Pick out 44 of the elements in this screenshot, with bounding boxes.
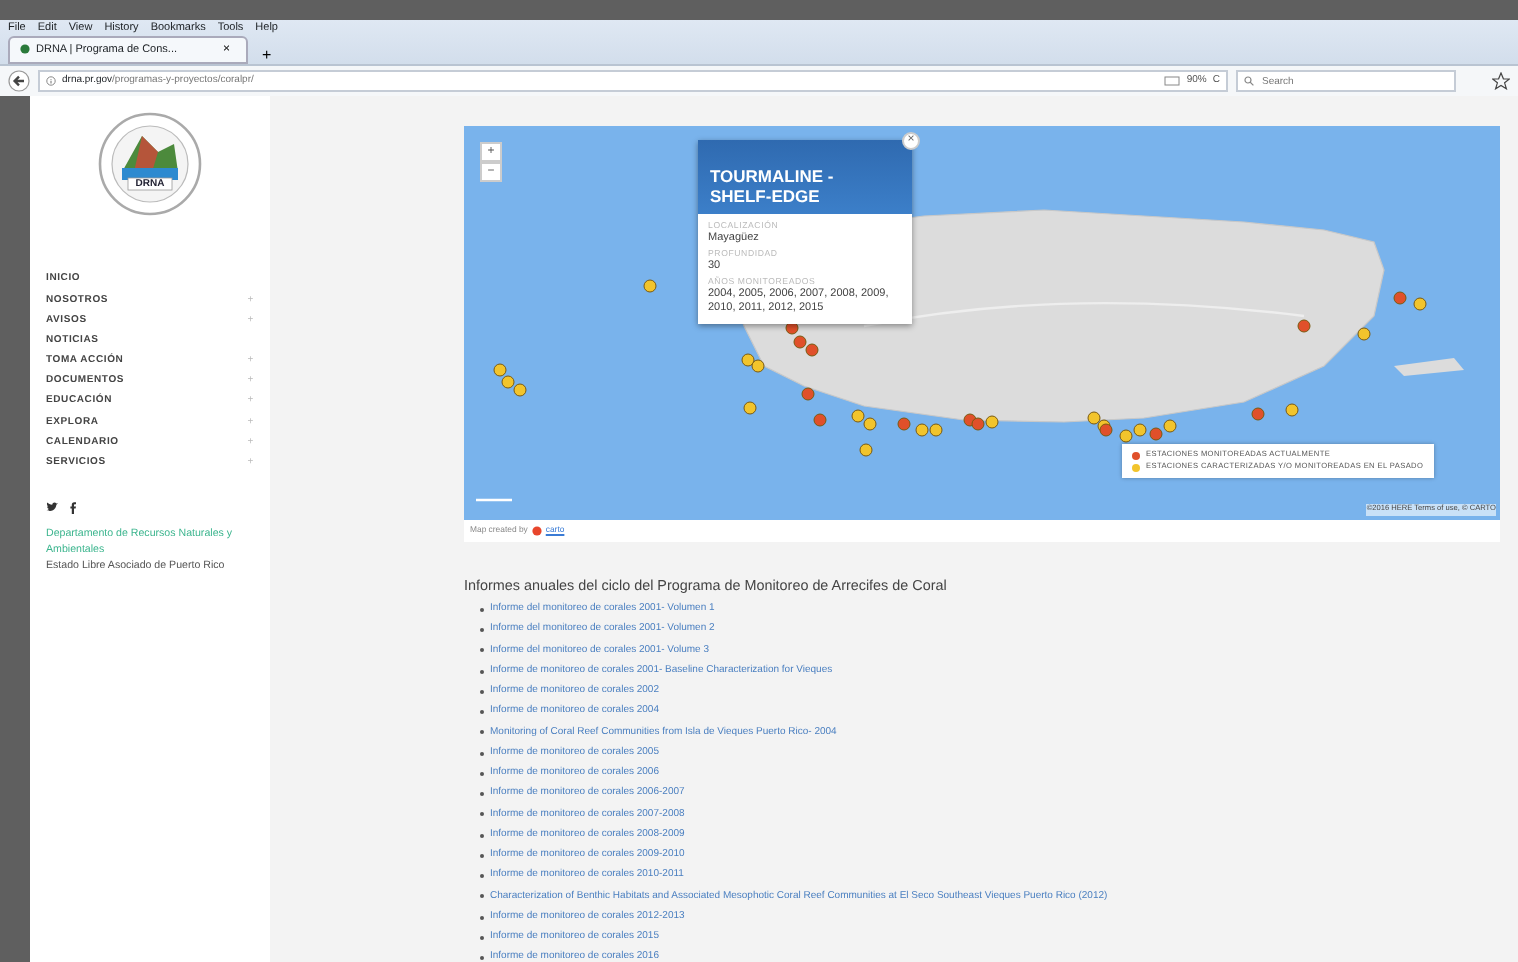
map-marker[interactable] <box>741 353 755 367</box>
map-marker[interactable] <box>1393 291 1407 305</box>
map-marker[interactable] <box>743 401 757 415</box>
map-marker[interactable] <box>1087 411 1101 425</box>
map-marker[interactable] <box>971 417 985 431</box>
map-marker[interactable] <box>863 417 877 431</box>
bookmark-star-icon[interactable] <box>1492 72 1510 90</box>
map-marker[interactable] <box>1285 403 1299 417</box>
map-marker[interactable] <box>801 387 815 401</box>
map-marker[interactable] <box>897 417 911 431</box>
map-marker[interactable] <box>1149 427 1163 441</box>
popup-title: TOURMALINE - SHELF-EDGE <box>698 140 912 214</box>
back-icon[interactable] <box>8 70 30 92</box>
map-marker[interactable] <box>1251 407 1265 421</box>
map-marker[interactable] <box>1163 419 1177 433</box>
map-marker[interactable] <box>929 423 943 437</box>
map-marker[interactable] <box>751 359 765 373</box>
map-marker[interactable] <box>985 415 999 429</box>
map-marker[interactable] <box>513 383 527 397</box>
map-marker[interactable] <box>805 343 819 357</box>
logo-icon <box>531 525 542 536</box>
map-marker[interactable] <box>851 409 865 423</box>
map-marker[interactable] <box>643 279 657 293</box>
map-marker[interactable] <box>1413 297 1427 311</box>
agency-logo[interactable] <box>98 112 202 216</box>
map-marker[interactable] <box>1099 423 1113 437</box>
map-marker[interactable] <box>493 363 507 377</box>
map-marker[interactable] <box>1357 327 1371 341</box>
twitter-icon[interactable] <box>46 501 58 512</box>
info-icon[interactable] <box>46 76 56 86</box>
facebook-icon[interactable] <box>70 501 76 514</box>
map-marker[interactable] <box>1119 429 1133 443</box>
map-marker[interactable] <box>1133 423 1147 437</box>
map-marker[interactable] <box>1297 319 1311 333</box>
map-marker[interactable] <box>501 375 515 389</box>
new-tab-button[interactable]: + <box>256 48 278 64</box>
scale-bar <box>476 498 512 502</box>
map-marker[interactable] <box>859 443 873 457</box>
map-marker[interactable] <box>793 335 807 349</box>
site-icon <box>20 44 30 55</box>
reader-view-icon[interactable] <box>1164 76 1181 86</box>
map-marker[interactable] <box>813 413 827 427</box>
search-icon <box>1244 76 1254 86</box>
map-marker[interactable] <box>915 423 929 437</box>
